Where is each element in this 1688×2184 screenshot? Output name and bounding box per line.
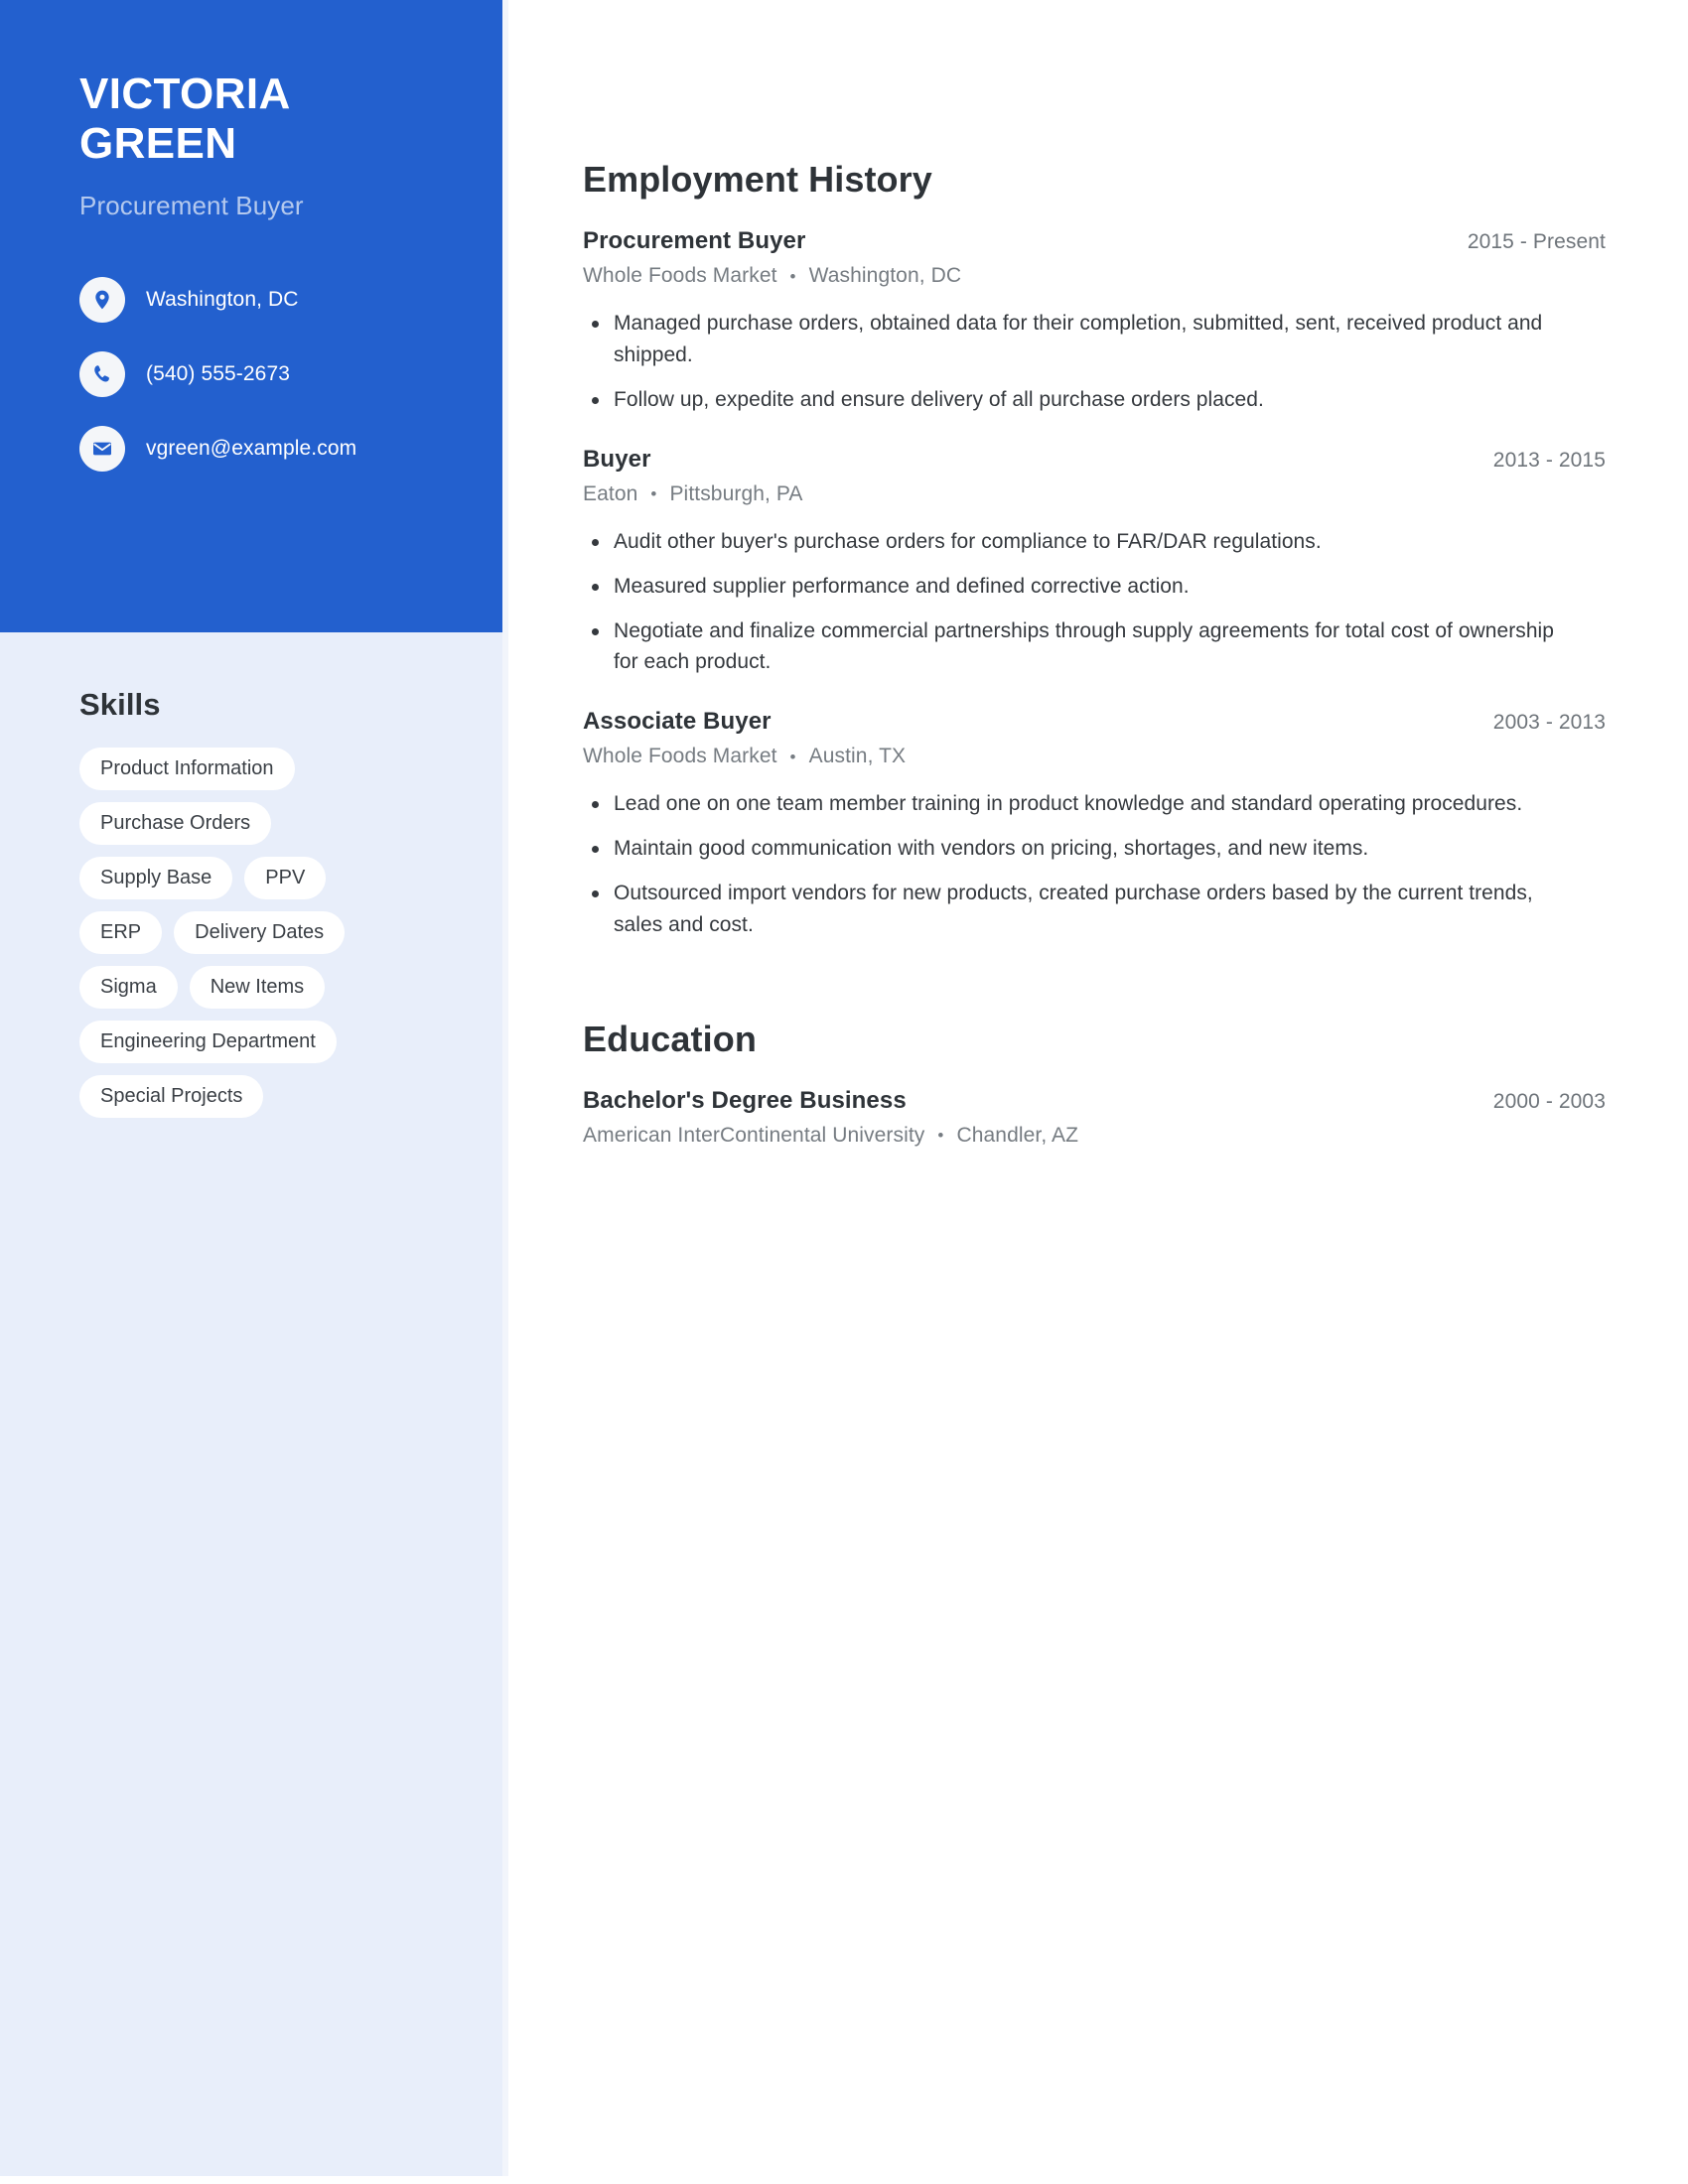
school-name: American InterContinental University	[583, 1123, 925, 1147]
skill-tag: Sigma	[79, 966, 178, 1009]
sidebar: VICTORIA GREEN Procurement Buyer Washing…	[0, 0, 502, 2176]
skills-section: Skills Product Information Purchase Order…	[79, 687, 457, 1130]
entry-date-range: 2000 - 2003	[1492, 1089, 1606, 1113]
job-title: Associate Buyer	[583, 708, 772, 736]
education-entry: Bachelor's Degree Business 2000 - 2003 Ame…	[583, 1087, 1606, 1148]
contact-email-text: vgreen@example.com	[146, 437, 357, 461]
employment-entry: Associate Buyer 2003 - 2013 Whole Foods Ma…	[583, 708, 1606, 941]
company-and-location: Eaton • Pittsburgh, PA	[583, 482, 1606, 506]
entry-bullet-list: Audit other buyer's purchase orders for …	[583, 526, 1606, 679]
meta-separator-icon: •	[789, 266, 796, 286]
entry-bullet: Lead one on one team member training in …	[583, 788, 1576, 820]
entry-location: Chandler, AZ	[956, 1123, 1079, 1147]
company-name: Whole Foods Market	[583, 264, 777, 287]
entry-location: Pittsburgh, PA	[669, 481, 803, 505]
company-name: Whole Foods Market	[583, 745, 777, 768]
name-line-1: VICTORIA	[79, 69, 291, 118]
employment-history-section: Employment History Procurement Buyer 2015…	[583, 159, 1606, 941]
entry-header-row: Bachelor's Degree Business 2000 - 2003	[583, 1087, 1606, 1115]
page-title: VICTORIA GREEN	[79, 69, 407, 168]
company-name: Eaton	[583, 481, 638, 505]
education-section: Education Bachelor's Degree Business 2000…	[583, 1019, 1606, 1148]
meta-separator-icon: •	[937, 1126, 944, 1146]
resume-page: VICTORIA GREEN Procurement Buyer Washing…	[0, 0, 1688, 2184]
education-entry-list: Bachelor's Degree Business 2000 - 2003 Ame…	[583, 1087, 1606, 1148]
profile-header: VICTORIA GREEN Procurement Buyer Washing…	[0, 0, 502, 632]
profile-job-title: Procurement Buyer	[79, 191, 304, 221]
skill-tag: Product Information	[79, 748, 295, 790]
entry-bullet: Negotiate and finalize commercial partne…	[583, 615, 1576, 679]
contact-phone-text: (540) 555-2673	[146, 362, 291, 386]
meta-separator-icon: •	[789, 747, 796, 766]
entry-bullet: Follow up, expedite and ensure delivery …	[583, 384, 1576, 416]
employment-entry: Buyer 2013 - 2015 Eaton • Pittsburgh, PA Audi…	[583, 446, 1606, 679]
job-title: Procurement Buyer	[583, 227, 806, 254]
education-heading: Education	[583, 1018, 757, 1059]
entry-date-range: 2003 - 2013	[1492, 711, 1606, 735]
skills-tag-row: Special Projects	[79, 1075, 457, 1118]
skill-tag: ERP	[79, 911, 163, 954]
contact-item-email: vgreen@example.com	[79, 426, 502, 473]
entry-bullet: Managed purchase orders, obtained data f…	[583, 308, 1576, 371]
skills-tag-list: Product Information Purchase Orders Supply…	[79, 748, 457, 1118]
skills-tag-row: Product Information	[79, 748, 457, 790]
entry-bullet: Measured supplier performance and define…	[583, 571, 1576, 603]
skill-tag: Engineering Department	[79, 1021, 337, 1063]
entry-bullet: Maintain good communication with vendors…	[583, 833, 1576, 865]
contact-item-location: Washington, DC	[79, 277, 502, 324]
employment-entry-list: Procurement Buyer 2015 - Present Whole Foo…	[583, 227, 1606, 941]
company-and-location: Whole Foods Market • Austin, TX	[583, 745, 1606, 768]
entry-date-range: 2015 - Present	[1467, 230, 1606, 253]
envelope-icon	[79, 426, 125, 473]
contact-list: Washington, DC (540) 555-2673 vgreen@exa…	[79, 277, 502, 473]
school-and-location: American InterContinental University • Cha…	[583, 1124, 1606, 1148]
name-line-2: GREEN	[79, 118, 237, 168]
skills-tag-row: ERP Delivery Dates	[79, 911, 457, 954]
entry-header-row: Procurement Buyer 2015 - Present	[583, 227, 1606, 255]
skill-tag: Special Projects	[79, 1075, 264, 1118]
contact-item-phone: (540) 555-2673	[79, 351, 502, 398]
skills-tag-row: Engineering Department	[79, 1021, 457, 1063]
entry-header-row: Buyer 2013 - 2015	[583, 446, 1606, 474]
meta-separator-icon: •	[650, 484, 657, 504]
entry-bullet-list: Lead one on one team member training in …	[583, 788, 1606, 941]
entry-bullet: Outsourced import vendors for new produc…	[583, 878, 1576, 941]
skill-tag: Supply Base	[79, 857, 233, 899]
sidebar-divider	[502, 0, 508, 2176]
skill-tag: Delivery Dates	[174, 911, 346, 954]
entry-location: Washington, DC	[808, 264, 962, 287]
skills-tag-row: Sigma New Items	[79, 966, 457, 1009]
skills-tag-row: Purchase Orders	[79, 802, 457, 845]
entry-bullet-list: Managed purchase orders, obtained data f…	[583, 308, 1606, 416]
entry-location: Austin, TX	[808, 745, 907, 768]
employment-entry: Procurement Buyer 2015 - Present Whole Foo…	[583, 227, 1606, 416]
location-pin-icon	[79, 277, 125, 324]
entry-bullet: Audit other buyer's purchase orders for …	[583, 526, 1576, 558]
phone-icon	[79, 351, 125, 398]
degree-title: Bachelor's Degree Business	[583, 1086, 907, 1114]
contact-location-text: Washington, DC	[146, 288, 299, 312]
company-and-location: Whole Foods Market • Washington, DC	[583, 264, 1606, 288]
employment-history-heading: Employment History	[583, 159, 932, 200]
skill-tag: PPV	[244, 857, 327, 899]
entry-header-row: Associate Buyer 2003 - 2013	[583, 708, 1606, 736]
skills-heading: Skills	[79, 687, 161, 722]
entry-date-range: 2013 - 2015	[1492, 448, 1606, 472]
skill-tag: Purchase Orders	[79, 802, 272, 845]
skills-tag-row: Supply Base PPV	[79, 857, 457, 899]
job-title: Buyer	[583, 445, 651, 473]
main-content: Employment History Procurement Buyer 2015…	[583, 0, 1606, 1148]
skill-tag: New Items	[189, 966, 326, 1009]
